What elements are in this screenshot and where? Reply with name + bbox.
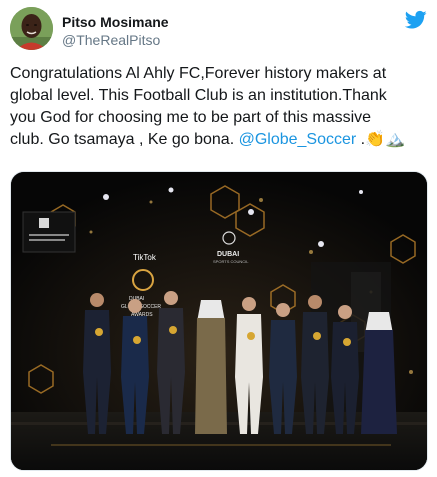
tweet-text: Congratulations Al Ahly FC,Forever histo… <box>10 63 428 151</box>
tweet-text-line: Congratulations Al Ahly FC,Forever histo… <box>10 65 387 82</box>
tweet-text-line: club. Go tsamaya , Ke go bona. @Globe_So… <box>10 129 428 151</box>
profile-avatar[interactable] <box>10 7 53 50</box>
mention-link[interactable]: @Globe_Soccer <box>239 131 357 148</box>
right-sign-title: DUBAI <box>217 251 239 258</box>
author-handle[interactable]: @TheRealPitso <box>62 32 160 48</box>
tweet-text-line: global level. This Football Club is an i… <box>10 87 387 104</box>
tweet-text-line: you God for choosing me to be part of th… <box>10 109 372 126</box>
author-name[interactable]: Pitso Mosimane <box>62 14 169 30</box>
tweet-text-emoji: .👏🏔️ <box>356 131 405 148</box>
right-sign-subtitle: SPORTS COUNCIL <box>213 259 249 264</box>
tweet-text-fragment: club. Go tsamaya , Ke go bona. <box>10 131 239 148</box>
tweet-card: Pitso Mosimane @TheRealPitso Congratulat… <box>0 0 437 477</box>
tweet-photo[interactable]: TikTok DUBAI GLOBE SOCCER AWARDS DUBAI S… <box>10 171 428 471</box>
twitter-bird-icon[interactable] <box>404 10 427 30</box>
stage-sign-brand: TikTok <box>133 253 157 262</box>
